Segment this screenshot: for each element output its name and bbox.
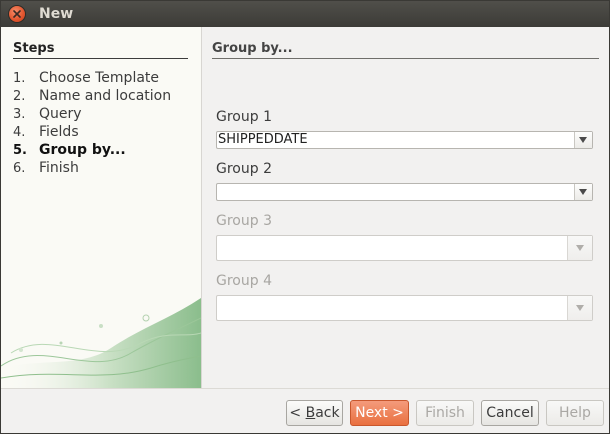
group-by-panel: Group by... Group 1 SHIPPEDDATE Group 2 …	[202, 27, 609, 388]
chevron-down-icon	[576, 245, 584, 251]
decorative-swirl-graphic	[1, 298, 201, 388]
finish-button: Finish	[416, 400, 474, 426]
group-2-value	[217, 184, 218, 200]
step-item-current: 5. Group by...	[13, 142, 126, 158]
group-1-label: Group 1	[216, 109, 272, 125]
group-1-dropdown-button[interactable]	[574, 132, 592, 148]
group-2-dropdown-button[interactable]	[574, 184, 592, 200]
step-label: Choose Template	[39, 70, 160, 86]
new-wizard-dialog: New Steps 1. Choose Template 2. Name and l…	[0, 0, 610, 434]
chevron-down-icon	[579, 137, 587, 143]
group-4-value	[217, 296, 218, 320]
close-button[interactable]	[9, 6, 25, 22]
group-2-combobox[interactable]	[216, 183, 593, 201]
chevron-down-icon	[579, 189, 587, 195]
next-button[interactable]: Next >	[350, 400, 409, 426]
title-divider	[212, 58, 599, 59]
step-item: 1. Choose Template	[13, 70, 160, 86]
group-3-dropdown-button	[567, 236, 592, 260]
close-icon	[13, 10, 21, 18]
group-1-combobox[interactable]: SHIPPEDDATE	[216, 131, 593, 149]
step-item: 6. Finish	[13, 160, 79, 176]
group-3-label: Group 3	[216, 213, 272, 229]
step-label: Group by...	[39, 142, 126, 158]
chevron-down-icon	[576, 305, 584, 311]
title-bar[interactable]: New	[1, 1, 609, 27]
step-item: 4. Fields	[13, 124, 79, 140]
steps-list: 1. Choose Template 2. Name and location 3.…	[13, 69, 171, 177]
help-button: Help	[546, 400, 604, 426]
steps-panel: Steps 1. Choose Template 2. Name and locat…	[1, 27, 202, 388]
step-label: Fields	[39, 124, 79, 140]
group-2-label: Group 2	[216, 161, 272, 177]
group-3-combobox	[216, 235, 593, 261]
steps-divider	[13, 58, 188, 59]
group-3-value	[217, 236, 218, 260]
window-title: New	[39, 6, 74, 22]
page-title: Group by...	[212, 41, 293, 56]
step-item: 3. Query	[13, 106, 82, 122]
button-bar: < Back Next > Finish Cancel Help	[1, 388, 609, 433]
group-4-combobox	[216, 295, 593, 321]
step-item: 2. Name and location	[13, 88, 172, 104]
steps-heading: Steps	[13, 41, 55, 56]
group-4-label: Group 4	[216, 273, 272, 289]
step-label: Name and location	[39, 88, 172, 104]
back-button[interactable]: < Back	[286, 400, 343, 426]
group-4-dropdown-button	[567, 296, 592, 320]
cancel-button[interactable]: Cancel	[481, 400, 539, 426]
step-label: Finish	[39, 160, 79, 176]
step-label: Query	[39, 106, 82, 122]
group-1-value: SHIPPEDDATE	[218, 132, 308, 147]
